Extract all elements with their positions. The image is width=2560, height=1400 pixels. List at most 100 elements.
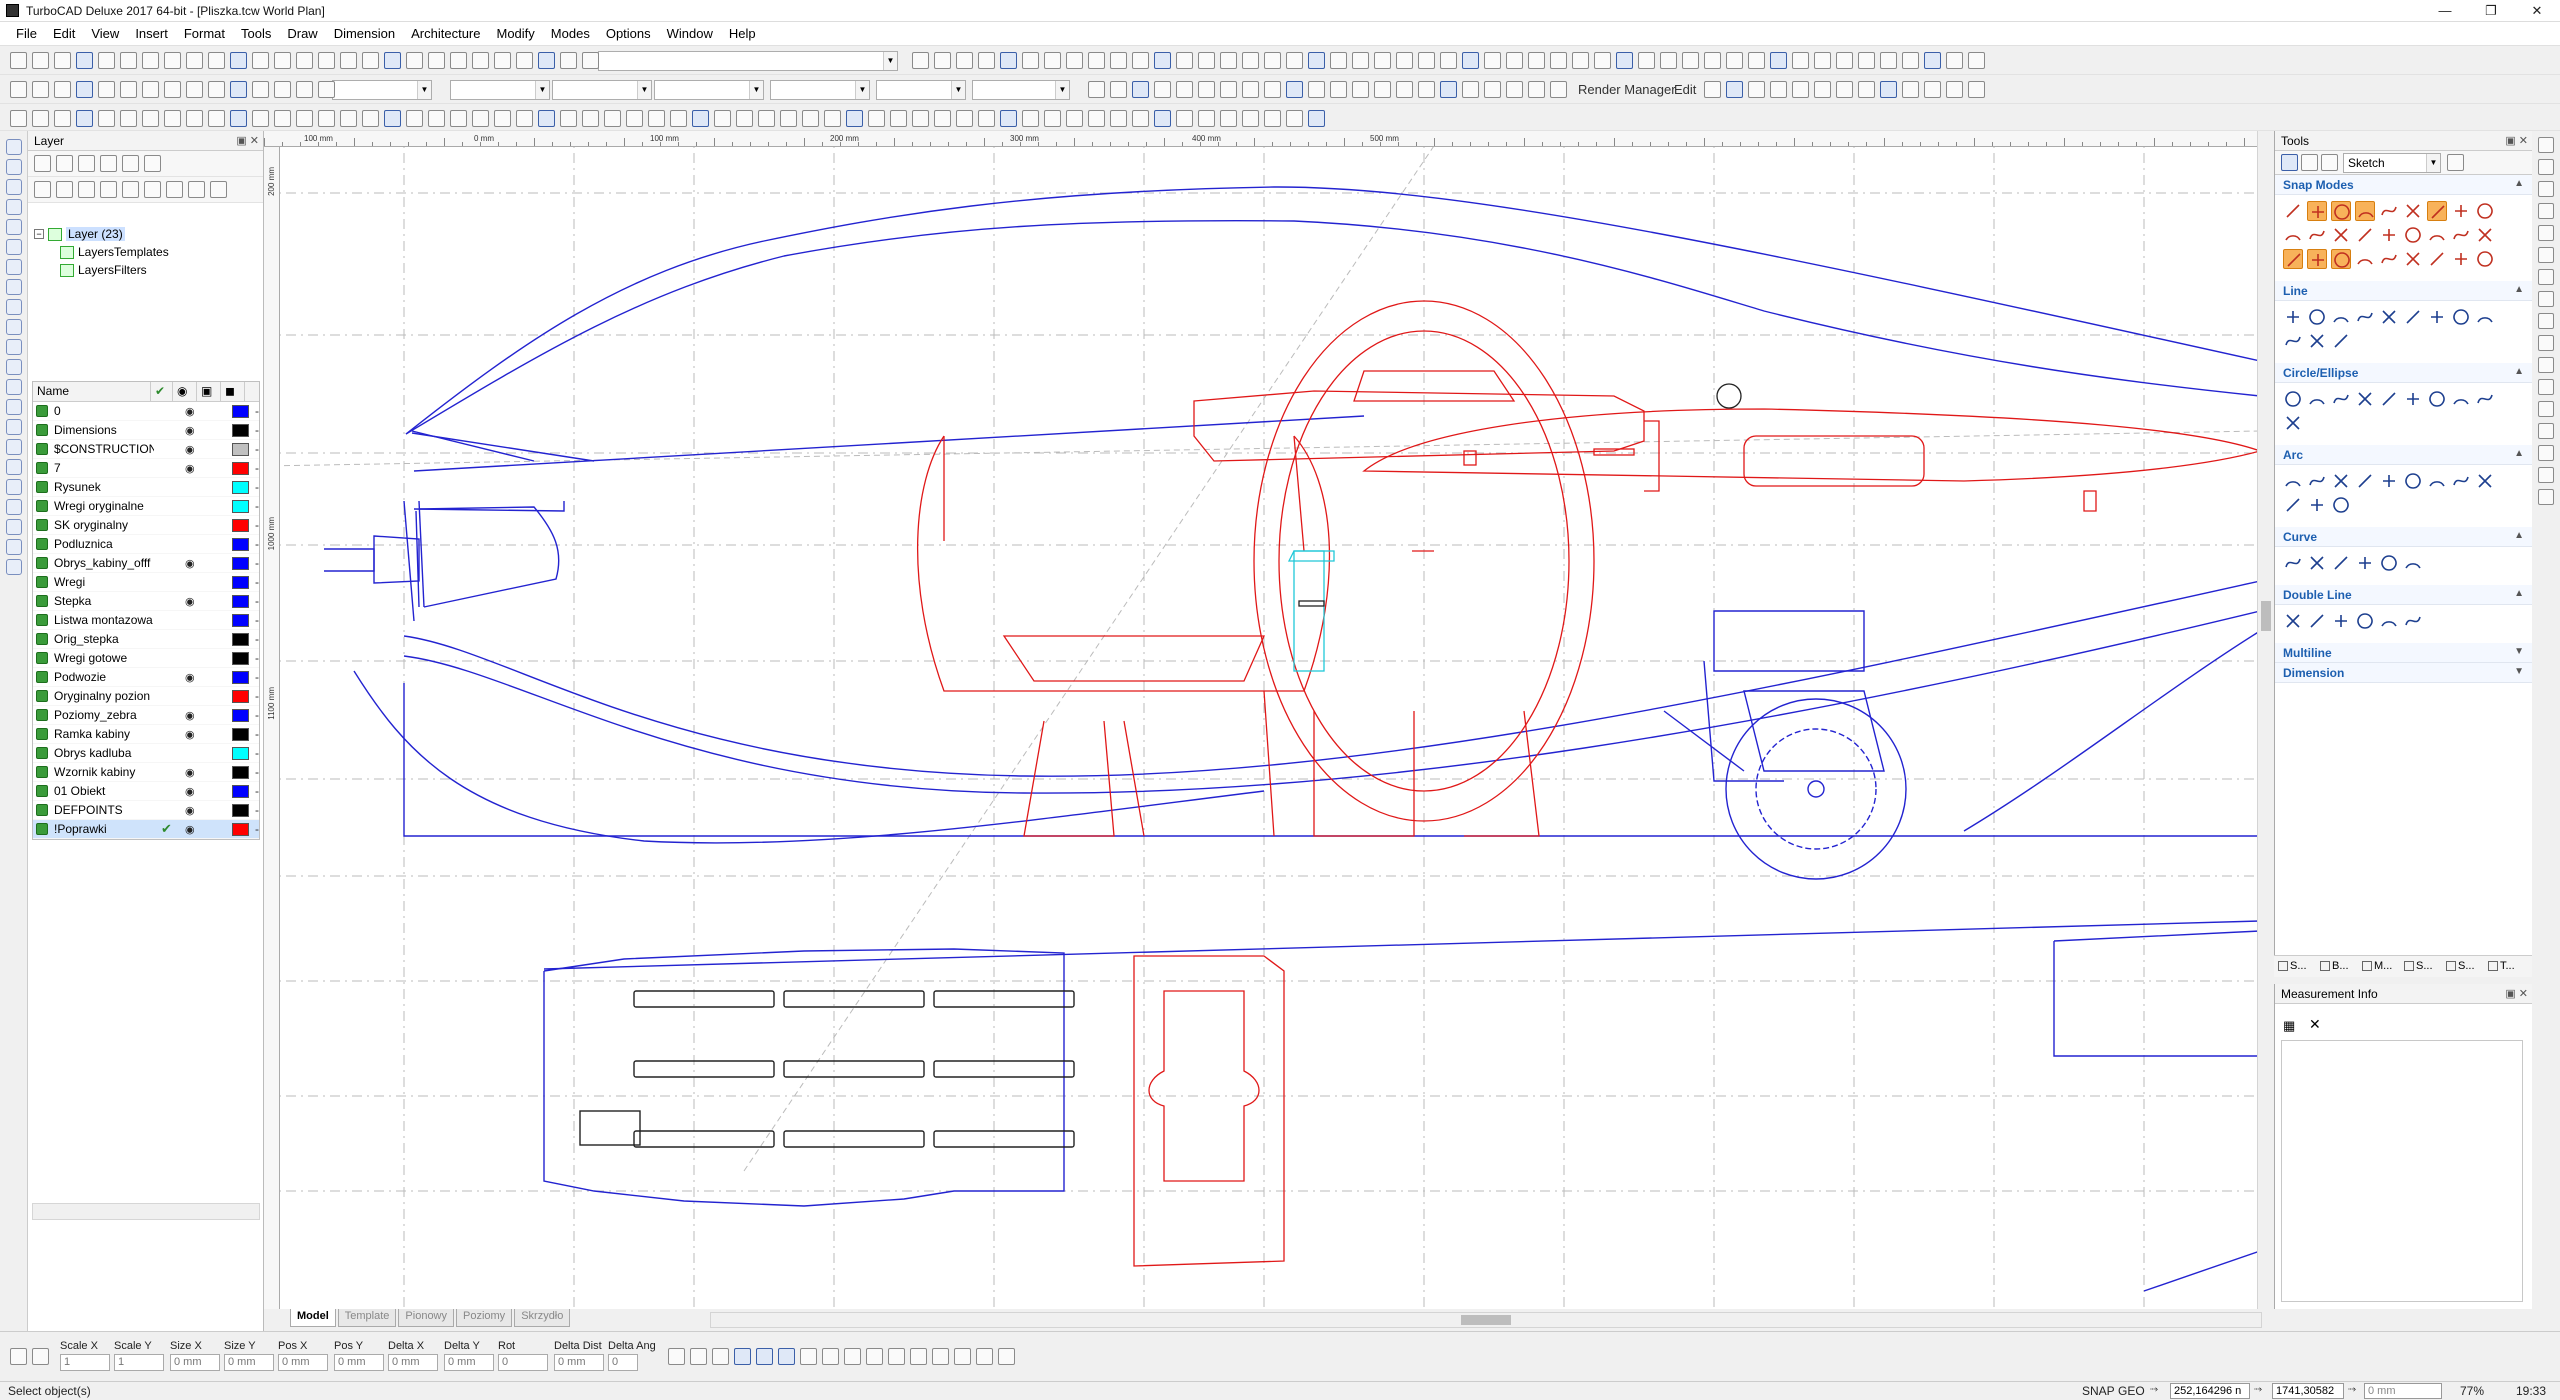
arc-tool-icon[interactable] — [2307, 495, 2327, 515]
toolbar-tool-icon[interactable] — [1286, 52, 1303, 69]
view-tool-icon[interactable] — [2538, 203, 2554, 219]
draw-tool-icon[interactable] — [6, 179, 22, 195]
layer-row[interactable]: Orig_stepka - — [33, 630, 259, 649]
view-tool-icon[interactable] — [2538, 423, 2554, 439]
curve-tool-icon[interactable] — [2355, 553, 2375, 573]
canvas-vscroll[interactable] — [2257, 131, 2274, 1309]
layer-action-icon[interactable] — [144, 181, 161, 198]
draw-tool-icon[interactable] — [6, 319, 22, 335]
toolbar-tool-icon[interactable] — [934, 110, 951, 127]
inspector-input-10[interactable]: 0 — [608, 1354, 638, 1371]
toolbar-tool-icon[interactable] — [1132, 110, 1149, 127]
toolbar-tool-icon[interactable] — [1528, 81, 1545, 98]
toolbar-tool-icon[interactable] — [1572, 52, 1589, 69]
toolbar-tool-icon[interactable] — [1946, 81, 1963, 98]
inspector-input-4[interactable]: 0 mm — [278, 1354, 328, 1371]
pen-width-combo[interactable]: ▼ — [654, 80, 764, 100]
tree-root[interactable]: − Layer (23) — [34, 225, 254, 243]
layer-row[interactable]: Obrys_kabiny_offf ◉ - — [33, 554, 259, 573]
toolbar-tool-icon[interactable] — [1330, 52, 1347, 69]
view-tool-icon[interactable] — [2538, 181, 2554, 197]
toolbar-tool-icon[interactable] — [1858, 52, 1875, 69]
select-arrow-icon[interactable] — [2281, 154, 2298, 171]
snap-tool-icon[interactable] — [2331, 201, 2351, 221]
layer-row[interactable]: Wzornik kabiny ◉ - — [33, 763, 259, 782]
toolbar-tool-icon[interactable] — [1396, 81, 1413, 98]
toolbar-tool-icon[interactable] — [1220, 81, 1237, 98]
toolbar-tool-icon[interactable] — [362, 110, 379, 127]
toolbar-tool-icon[interactable] — [1220, 110, 1237, 127]
layer-action-icon[interactable] — [122, 181, 139, 198]
circle-tool-icon[interactable] — [2355, 389, 2375, 409]
line-tool-icon[interactable] — [2379, 307, 2399, 327]
toolbar-tool-icon[interactable] — [538, 52, 555, 69]
toolbar-tool-icon[interactable] — [1088, 81, 1105, 98]
visible-eye-icon[interactable]: ◉ — [185, 424, 195, 437]
toolbar-tool-icon[interactable] — [296, 52, 313, 69]
active-check-icon[interactable]: ✔ — [161, 821, 172, 837]
layer-row[interactable]: SK oryginalny - — [33, 516, 259, 535]
tree-item-templates[interactable]: LayersTemplates — [34, 243, 254, 261]
inspector-input-0[interactable]: 1 — [60, 1354, 110, 1371]
toolbar-tool-icon[interactable] — [1000, 110, 1017, 127]
inspector-input-9[interactable]: 0 mm — [554, 1354, 604, 1371]
inspector-input-5[interactable]: 0 mm — [334, 1354, 384, 1371]
snap-tool-icon[interactable] — [2283, 201, 2303, 221]
inspector-input-3[interactable]: 0 mm — [224, 1354, 274, 1371]
toolbar-tool-icon[interactable] — [912, 52, 929, 69]
toolbar-tool-icon[interactable] — [560, 110, 577, 127]
line-tool-icon[interactable] — [2355, 307, 2375, 327]
tools-tab-4[interactable]: S... — [2446, 960, 2475, 972]
toolbar-tool-icon[interactable] — [626, 110, 643, 127]
arc-tool-icon[interactable] — [2427, 471, 2447, 491]
layer-tool-icon[interactable] — [56, 155, 73, 172]
toolbar-tool-icon[interactable] — [1242, 110, 1259, 127]
toolbar-tool-icon[interactable] — [164, 110, 181, 127]
layer-action-icon[interactable] — [210, 181, 227, 198]
view-tool-icon[interactable] — [2538, 467, 2554, 483]
snap-tool-icon[interactable] — [2355, 249, 2375, 269]
draw-tool-icon[interactable] — [6, 279, 22, 295]
toolbar-tool-icon[interactable] — [428, 110, 445, 127]
toolbar-tool-icon[interactable] — [1352, 52, 1369, 69]
section-title-circle[interactable]: Circle/Ellipse ▲ — [2275, 363, 2532, 383]
toolbar-tool-icon[interactable] — [1154, 81, 1171, 98]
layer-row[interactable]: Ramka kabiny ◉ - — [33, 725, 259, 744]
tool-options-icon[interactable] — [2447, 154, 2464, 171]
toolbar-tool-icon[interactable] — [54, 81, 71, 98]
toolbar-tool-icon[interactable] — [1902, 52, 1919, 69]
toolbar-tool-icon[interactable] — [1242, 81, 1259, 98]
layer-color-swatch[interactable] — [232, 537, 249, 551]
menu-file[interactable]: File — [16, 26, 37, 41]
inspector-tool-icon[interactable] — [778, 1348, 795, 1365]
toolbar-tool-icon[interactable] — [1484, 81, 1501, 98]
double-line-tool-icon[interactable] — [2307, 611, 2327, 631]
line-tool-icon[interactable] — [2475, 307, 2495, 327]
toolbar-tool-icon[interactable] — [208, 110, 225, 127]
restore-button[interactable]: ❐ — [2468, 0, 2514, 22]
toolbar-tool-icon[interactable] — [956, 52, 973, 69]
menu-window[interactable]: Window — [667, 26, 713, 41]
layer-color-swatch[interactable] — [232, 727, 249, 741]
pen-style-combo[interactable]: ▼ — [552, 80, 652, 100]
draw-tool-icon[interactable] — [6, 459, 22, 475]
toolbar-tool-icon[interactable] — [1528, 52, 1545, 69]
chevron-down-icon[interactable]: ▼ — [2514, 666, 2524, 677]
toolbar-tool-icon[interactable] — [1066, 52, 1083, 69]
layer-color-swatch[interactable] — [232, 480, 249, 494]
layer-color-swatch[interactable] — [232, 632, 249, 646]
toolbar-tool-icon[interactable] — [164, 52, 181, 69]
toolbar-tool-icon[interactable] — [1110, 52, 1127, 69]
toolbar-tool-icon[interactable] — [1462, 52, 1479, 69]
toolbar-tool-icon[interactable] — [1704, 52, 1721, 69]
toolbar-tool-icon[interactable] — [494, 52, 511, 69]
arc-tool-icon[interactable] — [2283, 471, 2303, 491]
layer-color-swatch[interactable] — [232, 499, 249, 513]
toolbar-tool-icon[interactable] — [1374, 81, 1391, 98]
toolbar-tool-icon[interactable] — [1110, 110, 1127, 127]
toolbar-tool-icon[interactable] — [1330, 81, 1347, 98]
inspector-tool-icon[interactable] — [690, 1348, 707, 1365]
chevron-up-icon[interactable]: ▲ — [2514, 178, 2524, 189]
snap-indicator[interactable]: SNAP — [2082, 1384, 2115, 1398]
tools-tab-3[interactable]: S... — [2404, 960, 2433, 972]
